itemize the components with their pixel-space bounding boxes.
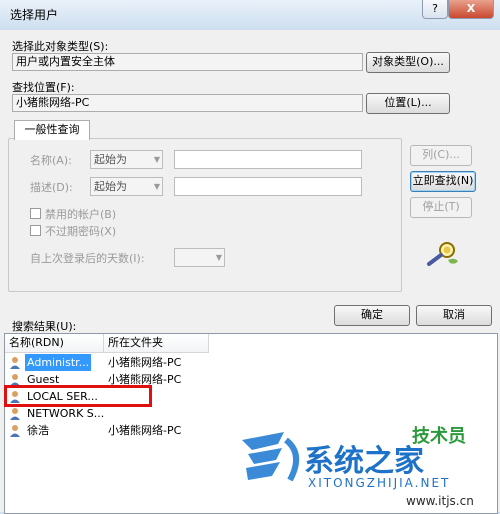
description-label: 描述(D): xyxy=(30,181,73,194)
result-name: NETWORK S... xyxy=(27,407,105,420)
site-watermark: 系统之家 XITONGZHIJIA.NET www.itjs.cn 技术员 xyxy=(238,422,500,512)
user-icon xyxy=(9,407,21,420)
watermark-tech: 技术员 xyxy=(412,426,466,447)
object-type-label: 选择此对象类型(S): xyxy=(12,40,109,53)
highlight-box xyxy=(4,385,152,407)
window-title: 选择用户 xyxy=(10,8,59,22)
days-since-logon-select[interactable]: ▼ xyxy=(174,248,225,267)
name-input[interactable] xyxy=(174,150,362,169)
chevron-down-icon: ▼ xyxy=(215,253,222,262)
result-name: Administr... xyxy=(25,354,92,371)
name-label: 名称(A): xyxy=(30,154,72,167)
table-row[interactable]: Administr... 小猪熊网络-PC xyxy=(5,354,497,371)
title-bar: 选择用户 ? X xyxy=(0,0,500,30)
name-mode-select[interactable]: 起始为 ▼ xyxy=(90,150,163,169)
object-types-button[interactable]: 对象类型(O)... xyxy=(366,52,450,73)
chevron-down-icon: ▼ xyxy=(153,182,160,191)
result-folder: 小猪熊网络-PC xyxy=(108,424,182,437)
brand-logo-icon xyxy=(242,432,299,482)
description-mode-select[interactable]: 起始为 ▼ xyxy=(90,177,163,196)
ok-button[interactable]: 确定 xyxy=(334,305,410,326)
stop-button[interactable]: 停止(T) xyxy=(410,197,472,218)
disabled-accounts-label: 禁用的帐户(B) xyxy=(45,208,117,221)
select-users-dialog: 选择用户 ? X 选择此对象类型(S): 用户或内置安全主体 对象类型(O)..… xyxy=(0,0,500,514)
name-mode-value: 起始为 xyxy=(94,153,127,166)
close-button[interactable]: X xyxy=(448,0,494,19)
location-field: 小猪熊网络-PC xyxy=(12,94,363,112)
watermark-brand: 系统之家 xyxy=(304,444,424,479)
user-icon xyxy=(9,356,21,369)
help-button[interactable]: ? xyxy=(422,0,448,19)
find-now-button[interactable]: 立即查找(N) xyxy=(410,171,476,192)
column-header-folder[interactable]: 所在文件夹 xyxy=(104,334,209,353)
result-name: 徐浩 xyxy=(27,424,49,437)
description-input[interactable] xyxy=(174,177,362,196)
result-folder: 小猪熊网络-PC xyxy=(108,356,182,369)
days-since-logon-label: 自上次登录后的天数(I): xyxy=(30,252,145,265)
chevron-down-icon: ▼ xyxy=(153,155,160,164)
user-icon xyxy=(9,424,21,437)
object-type-field: 用户或内置安全主体 xyxy=(12,53,363,71)
locations-button[interactable]: 位置(L)... xyxy=(366,93,450,114)
table-row[interactable]: NETWORK S... xyxy=(5,405,497,422)
description-mode-value: 起始为 xyxy=(94,180,127,193)
non-expiring-password-label: 不过期密码(X) xyxy=(45,225,117,238)
search-users-icon xyxy=(427,242,458,266)
watermark-site: XITONGZHIJIA.NET xyxy=(308,476,451,490)
columns-button[interactable]: 列(C)... xyxy=(410,145,472,166)
non-expiring-password-checkbox[interactable] xyxy=(30,225,41,236)
watermark-url: www.itjs.cn xyxy=(406,494,474,508)
tab-common-queries[interactable]: 一般性查询 xyxy=(14,120,90,140)
location-label: 查找位置(F): xyxy=(12,81,75,94)
search-results-label: 搜索结果(U): xyxy=(12,320,77,333)
disabled-accounts-checkbox[interactable] xyxy=(30,208,41,219)
cancel-button[interactable]: 取消 xyxy=(416,305,492,326)
column-header-name[interactable]: 名称(RDN) xyxy=(5,334,104,353)
